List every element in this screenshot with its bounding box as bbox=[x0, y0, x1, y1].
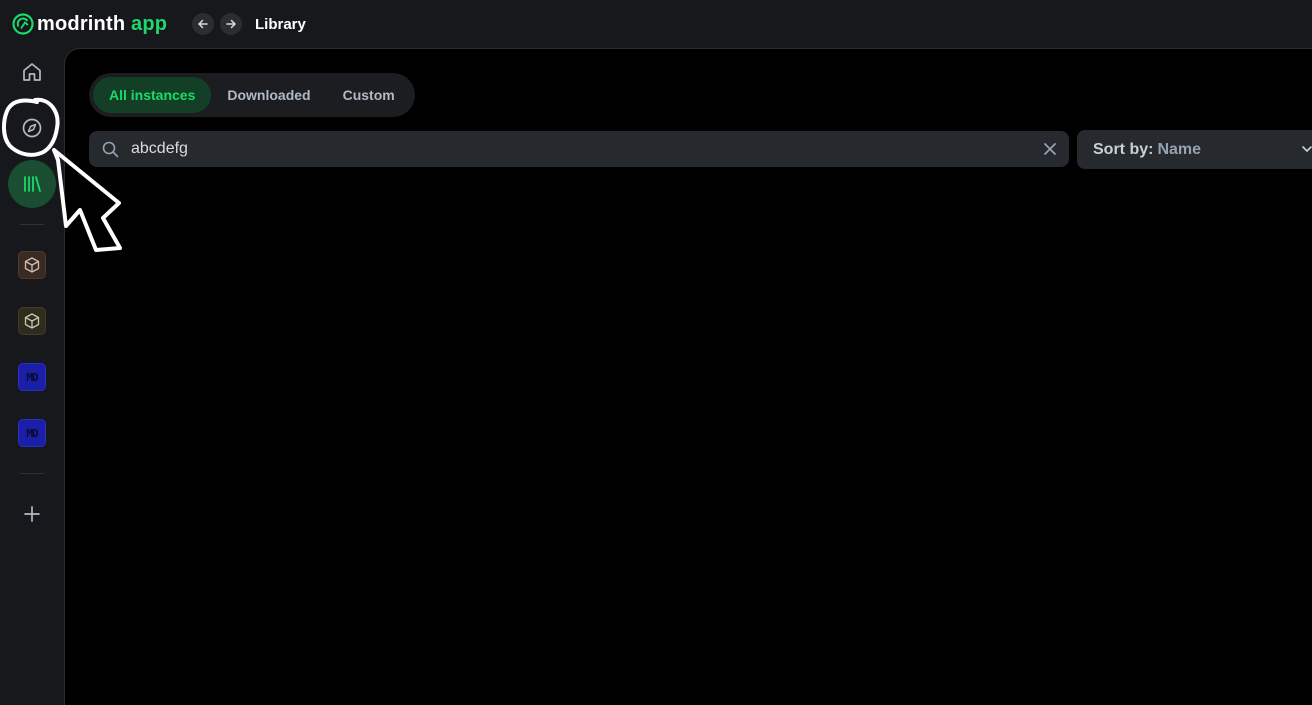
breadcrumb: Library bbox=[255, 16, 306, 33]
library-icon bbox=[24, 176, 41, 192]
arrow-right-icon bbox=[226, 19, 236, 29]
instance-item[interactable] bbox=[18, 251, 46, 279]
cube-icon bbox=[24, 257, 40, 273]
instance-item[interactable]: MD bbox=[18, 363, 46, 391]
close-icon[interactable] bbox=[1043, 142, 1057, 156]
instance-item[interactable]: MD bbox=[18, 419, 46, 447]
app-name: modrinth app bbox=[37, 13, 167, 36]
md-icon: MD bbox=[26, 370, 38, 384]
modrinth-logo-icon bbox=[12, 13, 34, 35]
library-page: All instances Downloaded Custom Sort by:… bbox=[64, 48, 1312, 705]
sidebar-item-home[interactable] bbox=[8, 48, 56, 96]
filter-tabs: All instances Downloaded Custom bbox=[89, 73, 415, 117]
sidebar-divider bbox=[20, 473, 44, 474]
search-input[interactable] bbox=[129, 131, 1009, 167]
sort-value: Name bbox=[1157, 140, 1202, 158]
sort-dropdown[interactable]: Sort by: Name bbox=[1077, 130, 1312, 169]
sidebar-item-library[interactable] bbox=[8, 160, 56, 208]
instance-item[interactable] bbox=[18, 307, 46, 335]
tab-all-instances[interactable]: All instances bbox=[93, 77, 212, 113]
forward-button[interactable] bbox=[220, 13, 242, 35]
md-icon: MD bbox=[26, 426, 38, 440]
home-icon bbox=[23, 63, 41, 81]
cube-icon bbox=[24, 313, 40, 329]
sidebar-divider bbox=[20, 224, 44, 225]
chevron-down-icon bbox=[1302, 146, 1312, 152]
plus-icon bbox=[24, 506, 40, 522]
tab-custom[interactable]: Custom bbox=[327, 77, 411, 113]
sort-label: Sort by: bbox=[1093, 140, 1154, 158]
top-bar: modrinth app Library bbox=[0, 0, 1312, 48]
app-name-suffix: app bbox=[131, 12, 168, 35]
arrow-left-icon bbox=[198, 19, 208, 29]
back-button[interactable] bbox=[192, 13, 214, 35]
compass-icon bbox=[22, 118, 42, 138]
search-icon bbox=[102, 141, 119, 158]
add-instance-button[interactable] bbox=[8, 490, 56, 538]
app-logo[interactable]: modrinth app bbox=[12, 12, 167, 36]
search-bar bbox=[89, 131, 1069, 167]
sidebar: MD MD bbox=[0, 48, 64, 705]
sidebar-item-browse[interactable] bbox=[8, 104, 56, 152]
app-name-word: modrinth bbox=[37, 12, 126, 35]
tab-downloaded[interactable]: Downloaded bbox=[211, 77, 326, 113]
